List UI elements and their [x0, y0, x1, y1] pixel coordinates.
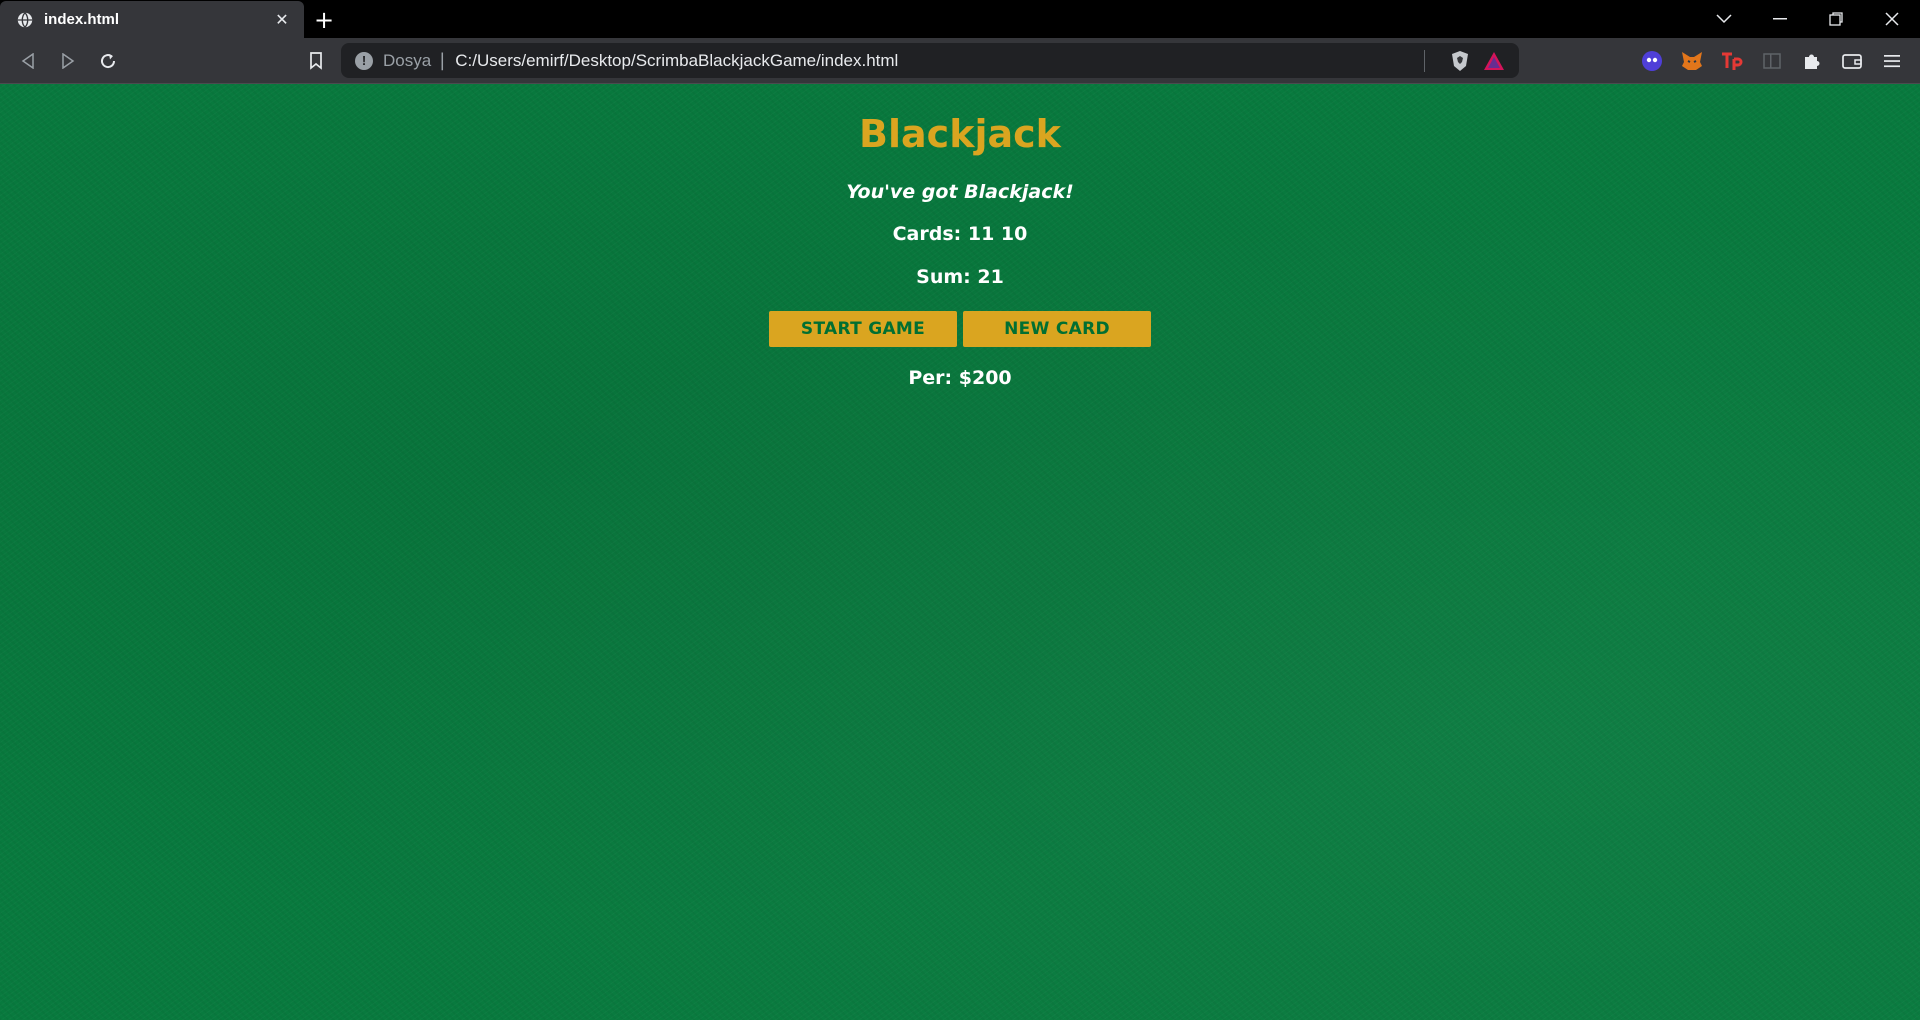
restore-icon [1829, 12, 1843, 26]
player-text: Per: $200 [908, 366, 1012, 389]
brave-rewards-button[interactable] [1481, 48, 1507, 74]
address-bar-actions [1424, 43, 1519, 78]
menu-icon [1884, 55, 1900, 68]
address-url[interactable]: C:/Users/emirf/Desktop/ScrimbaBlackjackG… [455, 51, 1424, 71]
restore-button[interactable] [1808, 0, 1864, 38]
tab-close-button[interactable]: ✕ [272, 10, 292, 29]
wallet-icon [1842, 54, 1862, 69]
tp-extension-button[interactable] [1712, 41, 1752, 81]
ghost-extension-button[interactable] [1632, 41, 1672, 81]
forward-button[interactable] [48, 41, 88, 81]
tab-title: index.html [44, 11, 120, 28]
minimize-button[interactable] [1752, 0, 1808, 38]
sum-text: Sum: 21 [916, 266, 1004, 289]
start-game-button[interactable]: START GAME [769, 310, 957, 347]
extensions-area [1632, 38, 1912, 84]
brave-shield-button[interactable] [1447, 48, 1473, 74]
main-menu-button[interactable] [1872, 41, 1912, 81]
reload-icon [101, 53, 116, 68]
new-tab-button[interactable]: + [304, 1, 344, 38]
forward-icon [62, 52, 75, 69]
bookmark-icon [310, 52, 322, 70]
cards-text: Cards: 11 10 [892, 223, 1028, 246]
button-group: START GAME NEW CARD [0, 310, 1920, 347]
address-separator: | [439, 50, 446, 71]
brave-rewards-icon [1484, 51, 1504, 70]
browser-toolbar: ! Dosya | C:/Users/emirf/Desktop/Scrimba… [0, 38, 1920, 84]
bookmark-button[interactable] [296, 41, 336, 81]
address-bar[interactable]: ! Dosya | C:/Users/emirf/Desktop/Scrimba… [341, 43, 1519, 78]
minimize-icon [1773, 18, 1787, 20]
metamask-button[interactable] [1672, 41, 1712, 81]
chevron-down-icon [1716, 14, 1732, 24]
sidebar-button[interactable] [1752, 41, 1792, 81]
close-window-button[interactable] [1864, 0, 1920, 38]
tab-strip: index.html ✕ + [0, 0, 1920, 38]
tp-extension-icon [1722, 52, 1743, 70]
address-scheme-label: Dosya [383, 50, 432, 70]
tab-index-html[interactable]: index.html ✕ [0, 1, 304, 38]
new-card-button[interactable]: NEW CARD [963, 310, 1151, 347]
page-content: Blackjack You've got Blackjack! Cards: 1… [0, 84, 1920, 1020]
metamask-icon [1682, 52, 1702, 70]
sidebar-icon [1763, 53, 1781, 69]
window-controls [1696, 0, 1920, 38]
browser-window: index.html ✕ + ! Dosya | C:/Users/emirf/… [0, 0, 1920, 1020]
game-title: Blackjack [859, 112, 1061, 156]
address-divider [1424, 49, 1425, 72]
message-text: You've got Blackjack! [846, 180, 1074, 203]
extensions-menu-button[interactable] [1792, 41, 1832, 81]
back-button[interactable] [8, 41, 48, 81]
wallet-button[interactable] [1832, 41, 1872, 81]
brave-shield-icon [1452, 50, 1468, 71]
back-icon [21, 52, 34, 69]
globe-icon [17, 11, 33, 28]
puzzle-icon [1805, 54, 1820, 69]
ghost-extension-icon [1642, 51, 1662, 71]
close-icon [1885, 12, 1899, 26]
tab-search-button[interactable] [1696, 0, 1752, 38]
reload-button[interactable] [88, 41, 128, 81]
site-info-icon[interactable]: ! [355, 51, 373, 70]
